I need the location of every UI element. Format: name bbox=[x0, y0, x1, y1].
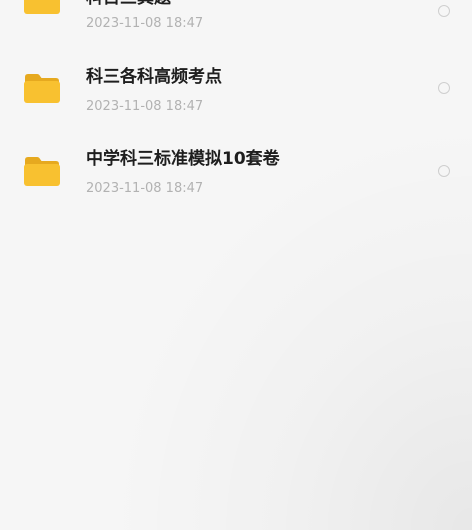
select-radio[interactable] bbox=[438, 5, 450, 17]
folder-icon bbox=[23, 155, 61, 187]
file-row-1[interactable]: 科目三真题 2023-11-08 18:47 bbox=[0, 0, 472, 54]
file-date: 2023-11-08 18:47 bbox=[86, 16, 204, 31]
folder-icon bbox=[23, 72, 61, 104]
file-name: 科三各科高频考点 bbox=[86, 67, 222, 87]
folder-icon bbox=[23, 0, 61, 15]
file-date: 2023-11-08 18:47 bbox=[86, 99, 204, 114]
file-list: 科目三真题 2023-11-08 18:47 科三各科高频考点 2023-11-… bbox=[0, 0, 472, 530]
file-row-2[interactable]: 科三各科高频考点 2023-11-08 18:47 bbox=[0, 52, 472, 136]
file-row-3[interactable]: 中学科三标准模拟10套卷 2023-11-08 18:47 bbox=[0, 136, 472, 220]
file-date: 2023-11-08 18:47 bbox=[86, 181, 204, 196]
select-radio[interactable] bbox=[438, 82, 450, 94]
file-name: 科目三真题 bbox=[86, 0, 171, 9]
select-radio[interactable] bbox=[438, 165, 450, 177]
file-name: 中学科三标准模拟10套卷 bbox=[86, 149, 280, 169]
